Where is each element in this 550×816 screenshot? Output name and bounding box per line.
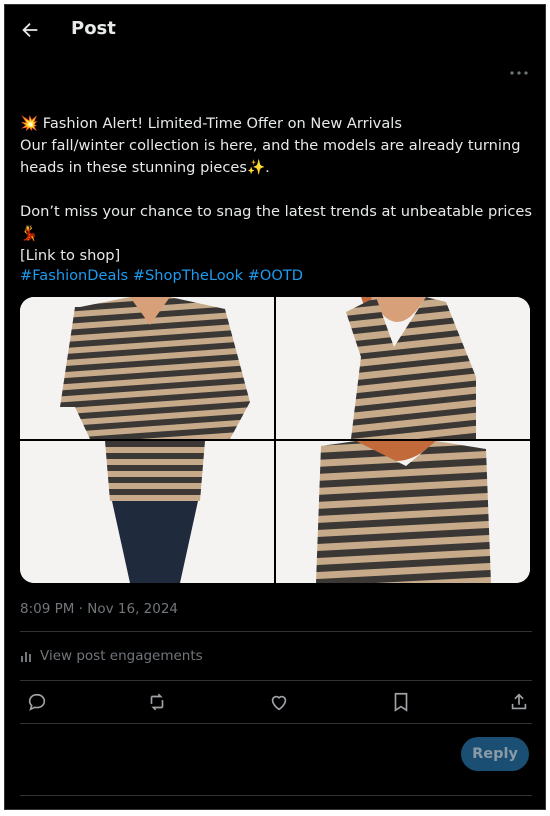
repost-icon[interactable] bbox=[146, 691, 168, 713]
post-image[interactable] bbox=[20, 441, 274, 583]
post-timestamp[interactable]: 8:09 PM · Nov 16, 2024 bbox=[20, 601, 178, 617]
post-image[interactable] bbox=[20, 297, 274, 439]
header: Post bbox=[5, 5, 545, 55]
post-line: heads in these stunning pieces✨. bbox=[20, 159, 270, 176]
divider bbox=[20, 631, 532, 632]
back-arrow-icon[interactable] bbox=[19, 19, 41, 41]
divider bbox=[20, 723, 532, 724]
hashtag-link[interactable]: #ShopTheLook bbox=[133, 267, 243, 284]
post-line: Our fall/winter collection is here, and … bbox=[20, 137, 521, 154]
hashtag-link[interactable]: #FashionDeals bbox=[20, 267, 128, 284]
divider bbox=[20, 795, 532, 796]
post-line: 💥 Fashion Alert! Limited-Time Offer on N… bbox=[20, 115, 402, 132]
comment-icon[interactable] bbox=[26, 691, 48, 713]
more-icon[interactable] bbox=[507, 61, 531, 85]
post-text: 💥 Fashion Alert! Limited-Time Offer on N… bbox=[20, 113, 536, 267]
view-engagements-link[interactable]: View post engagements bbox=[20, 648, 203, 664]
hashtags: #FashionDeals #ShopTheLook #OOTD bbox=[20, 267, 303, 284]
analytics-icon bbox=[21, 652, 31, 662]
divider bbox=[20, 680, 532, 681]
like-icon[interactable] bbox=[268, 691, 290, 713]
post-page: Post 💥 Fashion Alert! Limited-Time Offer… bbox=[4, 4, 546, 810]
share-icon[interactable] bbox=[508, 691, 530, 713]
page-title: Post bbox=[71, 18, 116, 39]
engagements-label: View post engagements bbox=[40, 648, 203, 664]
post-image[interactable] bbox=[276, 441, 530, 583]
post-image[interactable] bbox=[276, 297, 530, 439]
bookmark-icon[interactable] bbox=[390, 691, 412, 713]
action-bar bbox=[20, 685, 532, 721]
reply-button[interactable]: Reply bbox=[461, 737, 529, 771]
post-line: Don’t miss your chance to snag the lates… bbox=[20, 203, 532, 242]
media-grid bbox=[20, 297, 530, 583]
link-to-shop: [Link to shop] bbox=[20, 247, 121, 264]
hashtag-link[interactable]: #OOTD bbox=[248, 267, 303, 284]
